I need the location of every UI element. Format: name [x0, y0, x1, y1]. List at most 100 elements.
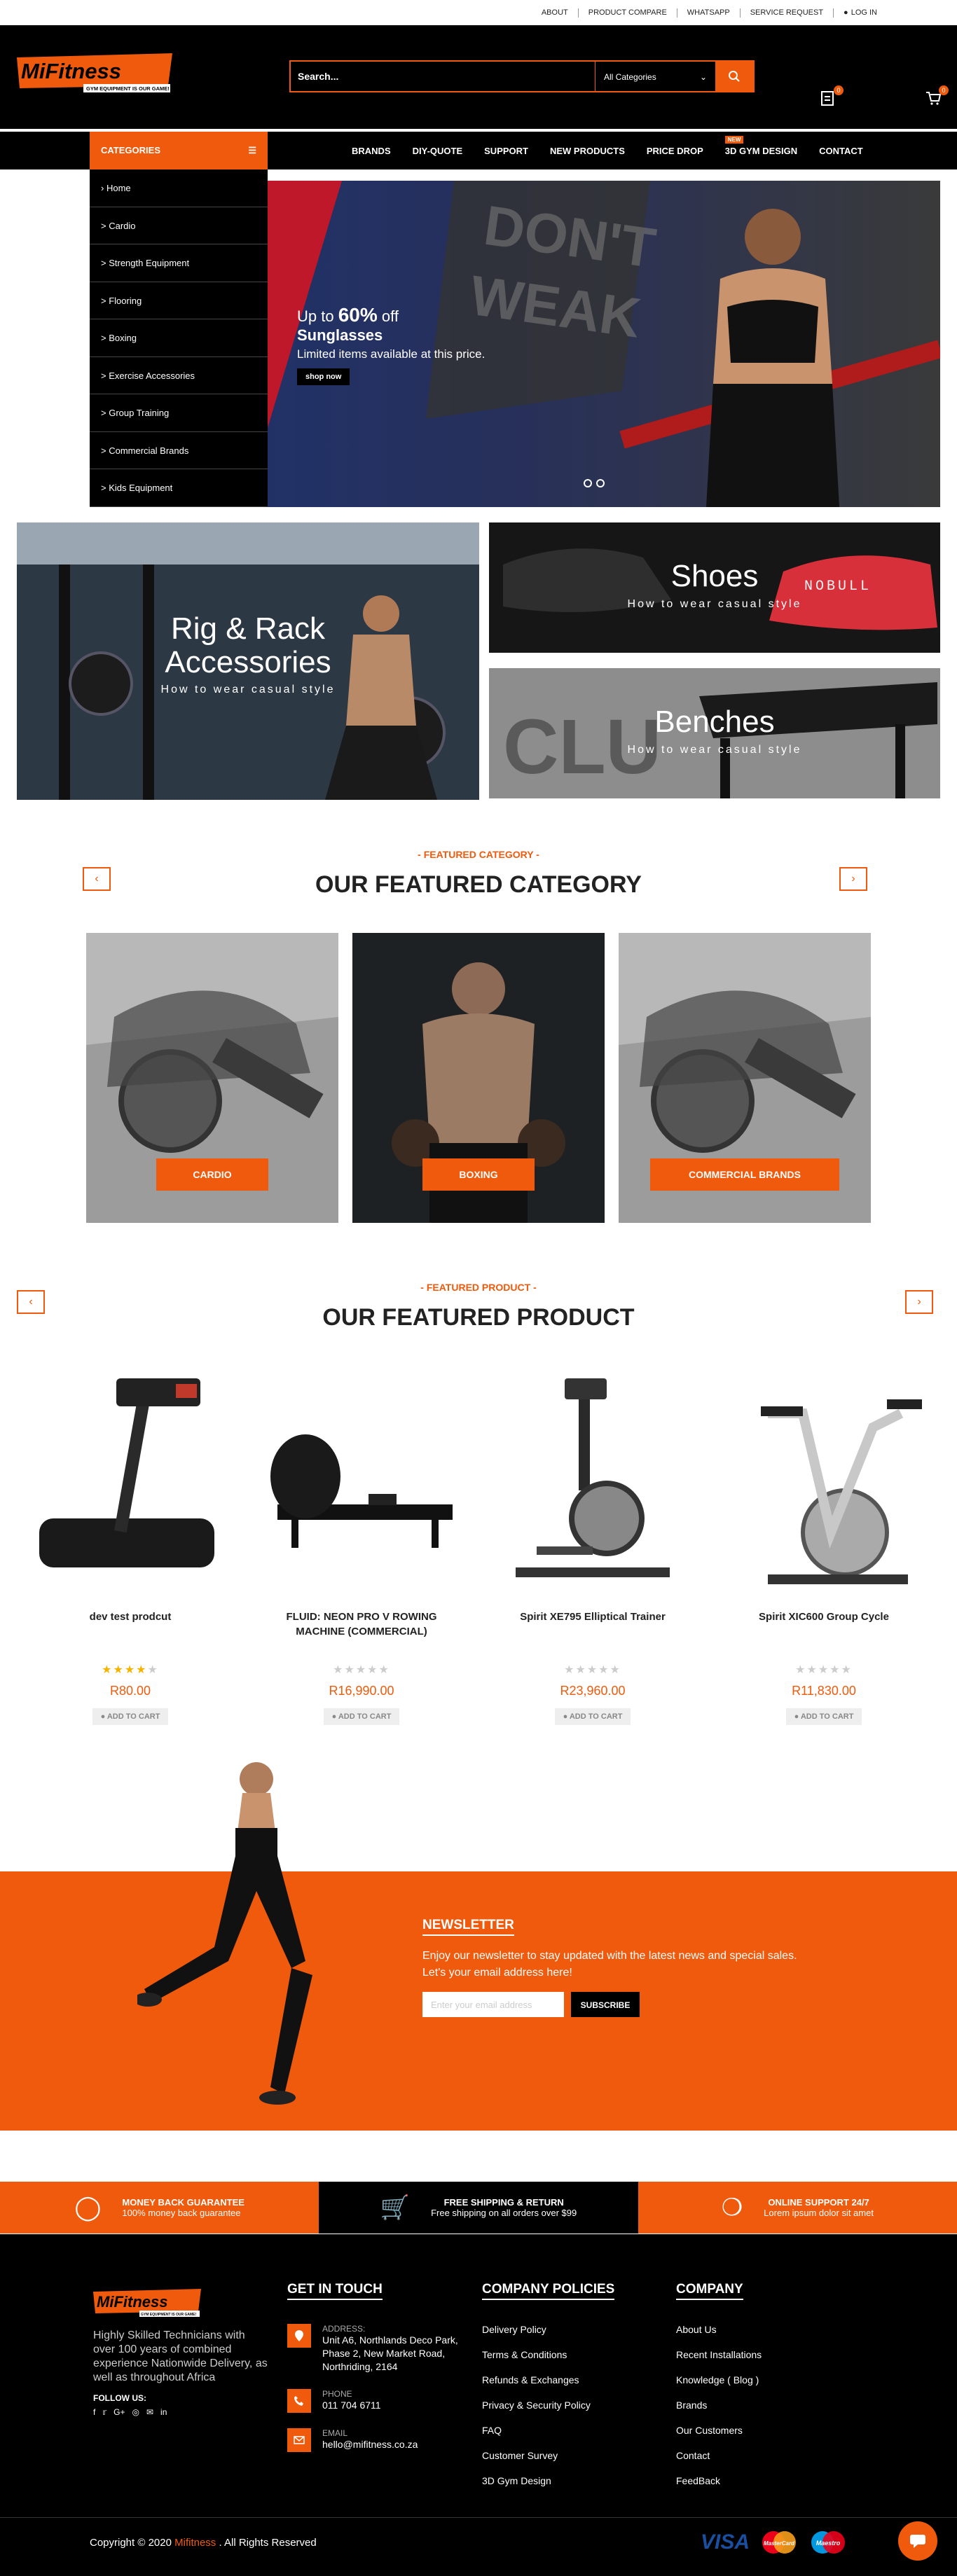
topbar-login-link[interactable]: ● LOG IN [834, 8, 887, 18]
category-label[interactable]: BOXING [422, 1158, 535, 1191]
sidebar-item-exercise-accessories[interactable]: > Exercise Accessories [90, 357, 268, 394]
category-label[interactable]: COMMERCIAL BRANDS [650, 1158, 839, 1191]
newsletter-email-input[interactable]: Enter your email address [422, 1992, 564, 2017]
product-image[interactable] [495, 1357, 691, 1595]
nav-item-support[interactable]: SUPPORT [484, 146, 528, 156]
twitter-icon[interactable]: 𝕣 [102, 2407, 106, 2417]
tile-benches[interactable]: CLU Benches How to wear casual style [489, 668, 940, 798]
footer-link-feedback[interactable]: FeedBack [676, 2475, 762, 2486]
compare-count-badge: 0 [834, 85, 844, 95]
tile-shoes[interactable]: NOBULL Shoes How to wear casual style [489, 522, 940, 653]
product-card[interactable]: dev test prodcut ★★★★★ R80.00 ● ADD TO C… [32, 1357, 228, 1725]
category-card-cardio[interactable]: CARDIO [86, 933, 338, 1223]
product-image[interactable] [726, 1357, 922, 1595]
add-to-cart-button[interactable]: ● ADD TO CART [323, 1708, 400, 1725]
copyright: Copyright © 2020 Mifitness . All Rights … [90, 2537, 317, 2549]
product-price: R23,960.00 [560, 1684, 626, 1698]
sidebar-item-strength[interactable]: > Strength Equipment [90, 244, 268, 282]
google-plus-icon[interactable]: G+ [113, 2407, 125, 2417]
footer-heading: GET IN TOUCH [287, 2282, 383, 2300]
tile-subtitle: How to wear casual style [627, 598, 802, 610]
footer-link-refunds[interactable]: Refunds & Exchanges [482, 2374, 614, 2385]
footer-heading: COMPANY [676, 2282, 743, 2300]
categories-toggle[interactable]: CATEGORIES ☰ [90, 132, 268, 169]
footer-link-delivery-policy[interactable]: Delivery Policy [482, 2324, 614, 2335]
linkedin-icon[interactable]: in [160, 2407, 167, 2417]
footer-link-contact[interactable]: Contact [676, 2450, 762, 2461]
slider-dot[interactable] [596, 479, 605, 487]
product-name[interactable]: Spirit XE795 Elliptical Trainer [495, 1609, 691, 1640]
new-badge: NEW [724, 135, 744, 144]
product-card[interactable]: Spirit XIC600 Group Cycle ★★★★★ R11,830.… [726, 1357, 922, 1725]
tile-rig-rack[interactable]: Rig & Rack Accessories How to wear casua… [17, 522, 479, 800]
slider-dot[interactable] [584, 479, 592, 487]
footer-link-privacy[interactable]: Privacy & Security Policy [482, 2400, 614, 2411]
sidebar-item-kids-equipment[interactable]: > Kids Equipment [90, 469, 268, 507]
subscribe-button[interactable]: SUBSCRIBE [571, 1992, 640, 2017]
cart-button[interactable]: 0 [925, 85, 949, 109]
tile-subtitle: How to wear casual style [160, 684, 336, 695]
footer-policies: COMPANY POLICIES Delivery Policy Terms &… [482, 2282, 615, 2500]
chat-button[interactable] [898, 2521, 937, 2561]
topbar-about-link[interactable]: ABOUT [532, 8, 579, 18]
product-card[interactable]: Spirit XE795 Elliptical Trainer ★★★★★ R2… [495, 1357, 691, 1725]
category-label[interactable]: CARDIO [156, 1158, 268, 1191]
email-icon[interactable]: ✉ [146, 2407, 153, 2417]
topbar-compare-link[interactable]: PRODUCT COMPARE [579, 8, 677, 18]
footer-link-installations[interactable]: Recent Installations [676, 2349, 762, 2360]
sidebar-item-flooring[interactable]: > Flooring [90, 282, 268, 319]
product-card[interactable]: FLUID: NEON PRO V ROWING MACHINE (COMMER… [263, 1357, 460, 1725]
product-name[interactable]: FLUID: NEON PRO V ROWING MACHINE (COMMER… [263, 1609, 460, 1640]
product-next-button[interactable]: › [905, 1290, 933, 1314]
footer-link-customers[interactable]: Our Customers [676, 2425, 762, 2436]
search-button[interactable] [715, 62, 753, 91]
category-card-commercial-brands[interactable]: COMMERCIAL BRANDS [619, 933, 871, 1223]
footer-link-knowledge[interactable]: Knowledge ( Blog ) [676, 2374, 762, 2385]
category-card-boxing[interactable]: BOXING [352, 933, 605, 1223]
sidebar-item-group-training[interactable]: > Group Training [90, 394, 268, 432]
product-name[interactable]: Spirit XIC600 Group Cycle [726, 1609, 922, 1640]
add-to-cart-button[interactable]: ● ADD TO CART [92, 1708, 169, 1725]
footer-link-about[interactable]: About Us [676, 2324, 762, 2335]
nav-item-diy-quote[interactable]: DIY-QUOTE [413, 146, 463, 156]
sidebar-item-cardio[interactable]: > Cardio [90, 207, 268, 244]
category-next-button[interactable]: › [839, 867, 867, 891]
footer-about: MiFitness GYM EQUIPMENT IS OUR GAME! Hig… [93, 2289, 268, 2417]
cart-icon: ● [331, 1712, 338, 1721]
nav-item-brands[interactable]: BRANDS [352, 146, 391, 156]
sidebar-item-home[interactable]: › Home [90, 169, 268, 207]
add-to-cart-button[interactable]: ● ADD TO CART [785, 1708, 862, 1725]
footer-link-3d-gym-design[interactable]: 3D Gym Design [482, 2475, 614, 2486]
product-image[interactable] [263, 1357, 460, 1595]
site-logo[interactable]: MiFitness GYM EQUIPMENT IS OUR GAME! [17, 53, 172, 95]
nav-item-price-drop[interactable]: PRICE DROP [647, 146, 703, 156]
newsletter-text: Let's your email address here! [422, 1967, 572, 1979]
product-name[interactable]: dev test prodcut [32, 1609, 228, 1640]
compare-button[interactable]: 0 [820, 85, 844, 109]
shop-now-button[interactable]: shop now [297, 368, 350, 385]
facebook-icon[interactable]: f [93, 2407, 95, 2417]
topbar-service-link[interactable]: SERVICE REQUEST [741, 8, 834, 18]
product-image[interactable] [32, 1357, 228, 1595]
category-prev-button[interactable]: ‹ [83, 867, 111, 891]
instagram-icon[interactable]: ◎ [132, 2407, 139, 2417]
sidebar-item-boxing[interactable]: > Boxing [90, 319, 268, 357]
sidebar-item-commercial-brands[interactable]: > Commercial Brands [90, 432, 268, 469]
footer: MiFitness GYM EQUIPMENT IS OUR GAME! Hig… [0, 2234, 957, 2576]
footer-link-customer-survey[interactable]: Customer Survey [482, 2450, 614, 2461]
search-icon [729, 71, 740, 82]
add-to-cart-button[interactable]: ● ADD TO CART [554, 1708, 631, 1725]
cart-icon: ● [100, 1712, 107, 1721]
nav-item-contact[interactable]: CONTACT [819, 146, 863, 156]
topbar-whatsapp-link[interactable]: WHATSAPP [677, 8, 741, 18]
footer-logo[interactable]: MiFitness GYM EQUIPMENT IS OUR GAME! [93, 2289, 201, 2318]
category-select[interactable]: All Categories ⌄ [595, 62, 715, 91]
footer-link-terms[interactable]: Terms & Conditions [482, 2349, 614, 2360]
features-bar: ◯ MONEY BACK GUARANTEE 100% money back gu… [0, 2182, 957, 2234]
nav-item-3d-gym-design[interactable]: NEW 3D GYM DESIGN [724, 135, 797, 156]
nav-item-new-products[interactable]: NEW PRODUCTS [550, 146, 625, 156]
product-prev-button[interactable]: ‹ [17, 1290, 45, 1314]
footer-link-brands[interactable]: Brands [676, 2400, 762, 2411]
footer-link-faq[interactable]: FAQ [482, 2425, 614, 2436]
search-input[interactable]: Search... [291, 62, 595, 91]
